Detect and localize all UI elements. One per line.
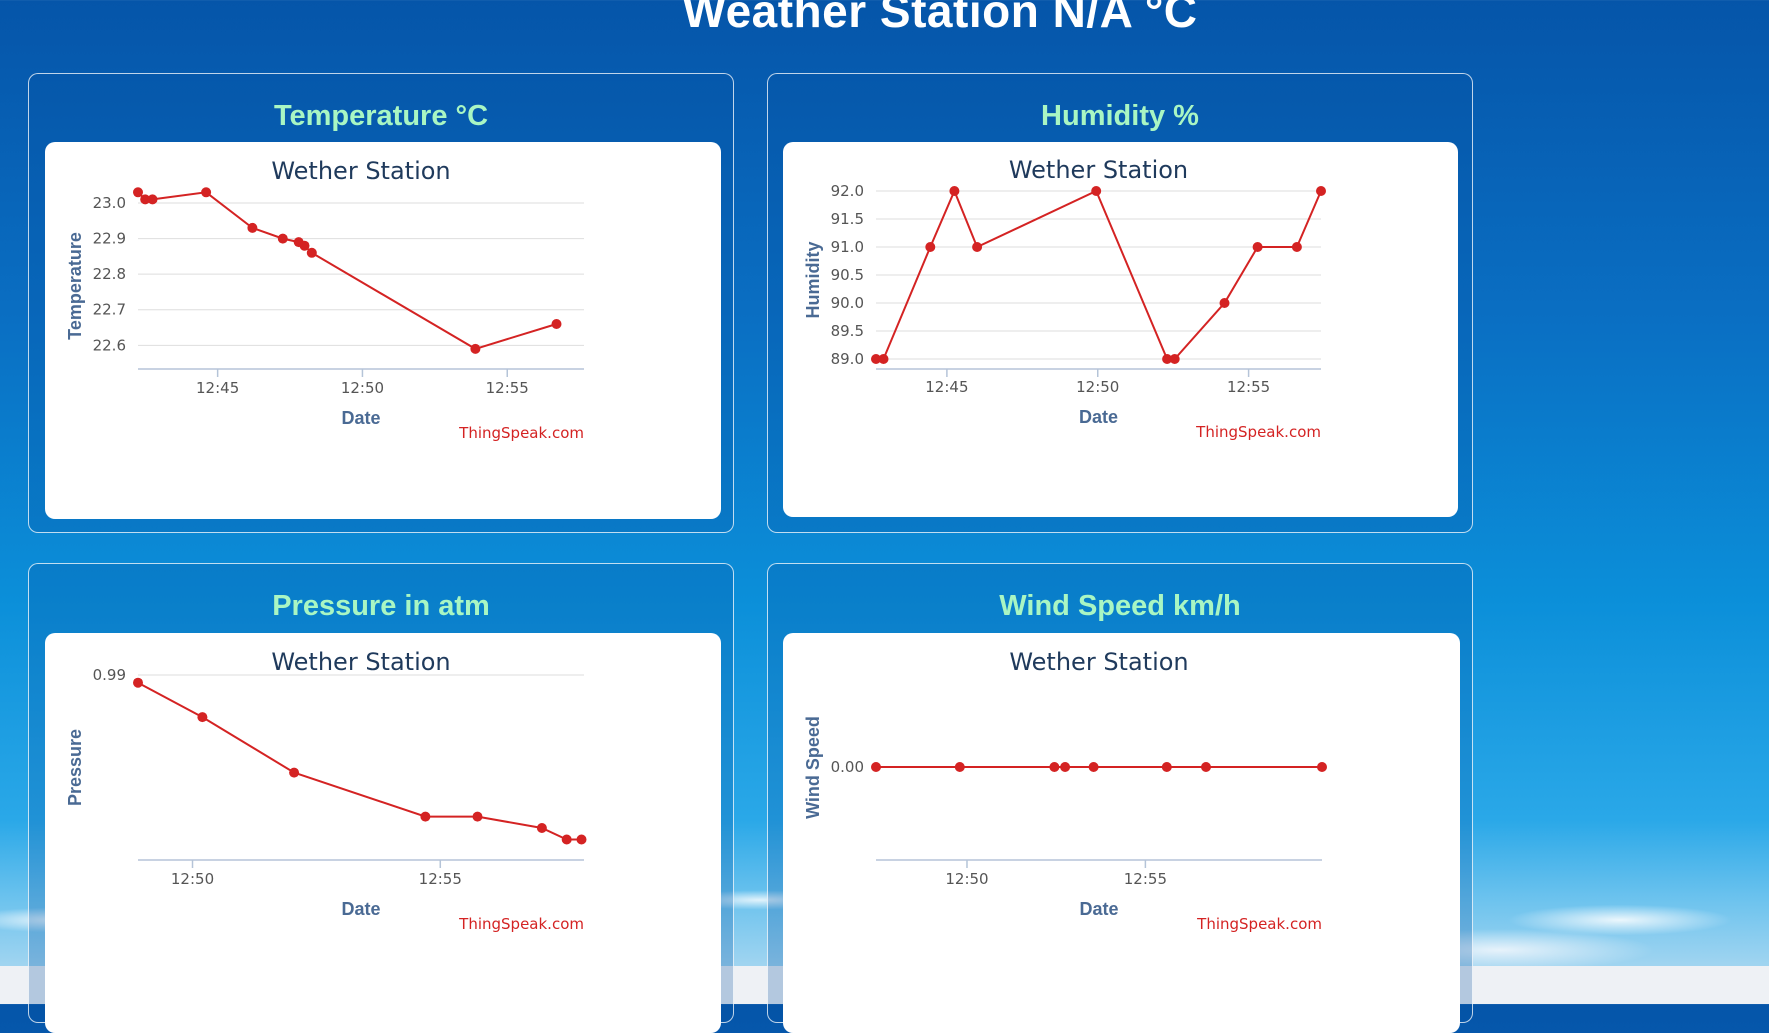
data-point [299, 240, 310, 251]
data-point [1091, 186, 1102, 196]
y-tick-label: 89.5 [831, 322, 864, 340]
data-point [576, 834, 587, 845]
data-point [1316, 186, 1326, 196]
x-tick-label: 12:55 [486, 379, 529, 397]
panel-pressure: Pressure in atm 0.99 12:50 12:55 Wether Sta… [28, 563, 734, 1033]
data-point [1161, 762, 1172, 772]
y-axis-title: Temperature [65, 232, 85, 340]
chart-card-temperature: 22.6 22.7 22.8 22.9 23.0 12:45 12:50 12:55 Wethe… [45, 142, 721, 519]
data-point [1252, 242, 1263, 252]
y-tick-label: 0.99 [93, 666, 126, 684]
chart-card-humidity: 89.0 89.5 90.0 90.5 91.0 91.5 92.0 12:45 12:50 12… [783, 142, 1458, 517]
data-point [147, 194, 158, 205]
data-point [133, 187, 143, 198]
y-tick-label: 91.0 [831, 238, 864, 256]
y-axis-title: Wind Speed [803, 716, 823, 819]
y-tick-label: 0.00 [831, 758, 864, 776]
credit-link: ThingSpeak.com [458, 915, 584, 933]
chart-card-pressure: 0.99 12:50 12:55 Wether Station Date Pressure… [45, 633, 721, 1033]
data-point [561, 834, 572, 845]
chart-title: Wether Station [1009, 156, 1188, 184]
series-line [137, 191, 557, 350]
y-tick-label: 90.5 [831, 266, 864, 284]
data-point [1317, 762, 1327, 772]
wind-speed-chart: 0.00 12:50 12:55 Wether Station Date Wind Spe… [803, 648, 1327, 933]
data-point [1219, 298, 1230, 308]
data-point [197, 712, 208, 723]
data-point [1201, 762, 1211, 772]
panel-humidity: Humidity % 89.0 89.5 90.0 90.5 91.0 91.5 92.0 1… [767, 73, 1473, 533]
y-axis-title: Pressure [65, 729, 85, 806]
x-tick-label: 12:55 [1124, 870, 1167, 888]
y-tick-label: 90.0 [831, 294, 864, 312]
panel-heading-pressure: Pressure in atm [272, 590, 490, 622]
x-tick-label: 12:55 [1227, 378, 1270, 396]
data-point [1291, 242, 1302, 252]
data-point [954, 762, 965, 772]
credit-link: ThingSpeak.com [1195, 423, 1321, 441]
y-tick-label: 91.5 [831, 210, 864, 228]
page-title: Weather Station N/A °C [682, 0, 1198, 37]
x-axis-title: Date [341, 408, 380, 428]
panel-wind-speed: Wind Speed km/h 0.00 12:50 12:55 Wether Sta… [767, 563, 1473, 1033]
chart-title: Wether Station [271, 648, 450, 676]
x-tick-label: 12:50 [1076, 378, 1119, 396]
panel-heading-temperature: Temperature °C [273, 100, 489, 132]
data-point [972, 242, 983, 252]
data-point [201, 187, 212, 198]
data-point [247, 222, 258, 233]
x-tick-label: 12:50 [945, 870, 988, 888]
x-tick-label: 12:45 [925, 378, 968, 396]
y-tick-label: 22.7 [93, 301, 126, 319]
chart-title: Wether Station [271, 157, 450, 185]
humidity-chart: 89.0 89.5 90.0 90.5 91.0 91.5 92.0 12:45 12:50 12… [803, 156, 1326, 441]
data-point [1088, 762, 1099, 772]
data-point [472, 811, 483, 822]
y-tick-label: 22.8 [93, 265, 126, 283]
panel-temperature: Temperature °C 22.6 22.7 22.8 22.9 23.0 12:45… [28, 73, 734, 533]
y-tick-label: 22.9 [93, 230, 126, 248]
y-tick-label: 89.0 [831, 350, 864, 368]
data-point [949, 186, 960, 196]
data-point [925, 242, 936, 252]
data-point [1060, 762, 1071, 772]
x-tick-label: 12:45 [196, 379, 239, 397]
data-point [420, 811, 431, 822]
chart-card-wind-speed: 0.00 12:50 12:55 Wether Station Date Wind Spe… [783, 633, 1460, 1033]
pressure-chart: 0.99 12:50 12:55 Wether Station Date Pressure… [65, 648, 587, 933]
y-tick-label: 92.0 [831, 182, 864, 200]
data-point [551, 319, 562, 329]
x-axis-title: Date [1079, 899, 1118, 919]
x-tick-label: 12:55 [419, 870, 462, 888]
credit-link: ThingSpeak.com [458, 424, 584, 442]
data-point [133, 677, 143, 688]
credit-link: ThingSpeak.com [1196, 915, 1322, 933]
x-axis-title: Date [341, 899, 380, 919]
y-tick-label: 23.0 [93, 194, 126, 212]
x-tick-label: 12:50 [171, 870, 214, 888]
y-tick-label: 22.6 [93, 336, 126, 354]
data-point [1049, 762, 1060, 772]
panel-heading-wind-speed: Wind Speed km/h [999, 590, 1241, 622]
data-point [871, 762, 881, 772]
x-axis-title: Date [1079, 407, 1118, 427]
temperature-chart: 22.6 22.7 22.8 22.9 23.0 12:45 12:50 12:55 Wethe… [65, 157, 584, 442]
panel-heading-humidity: Humidity % [1041, 100, 1199, 132]
data-point [1169, 354, 1180, 364]
series-line [137, 681, 582, 841]
data-point [878, 354, 889, 364]
y-axis-title: Humidity [803, 241, 823, 318]
chart-title: Wether Station [1009, 648, 1188, 676]
data-point [470, 343, 481, 354]
x-tick-label: 12:50 [341, 379, 384, 397]
data-point [289, 767, 300, 778]
data-point [306, 247, 317, 258]
data-point [536, 823, 547, 833]
data-point [277, 233, 288, 244]
